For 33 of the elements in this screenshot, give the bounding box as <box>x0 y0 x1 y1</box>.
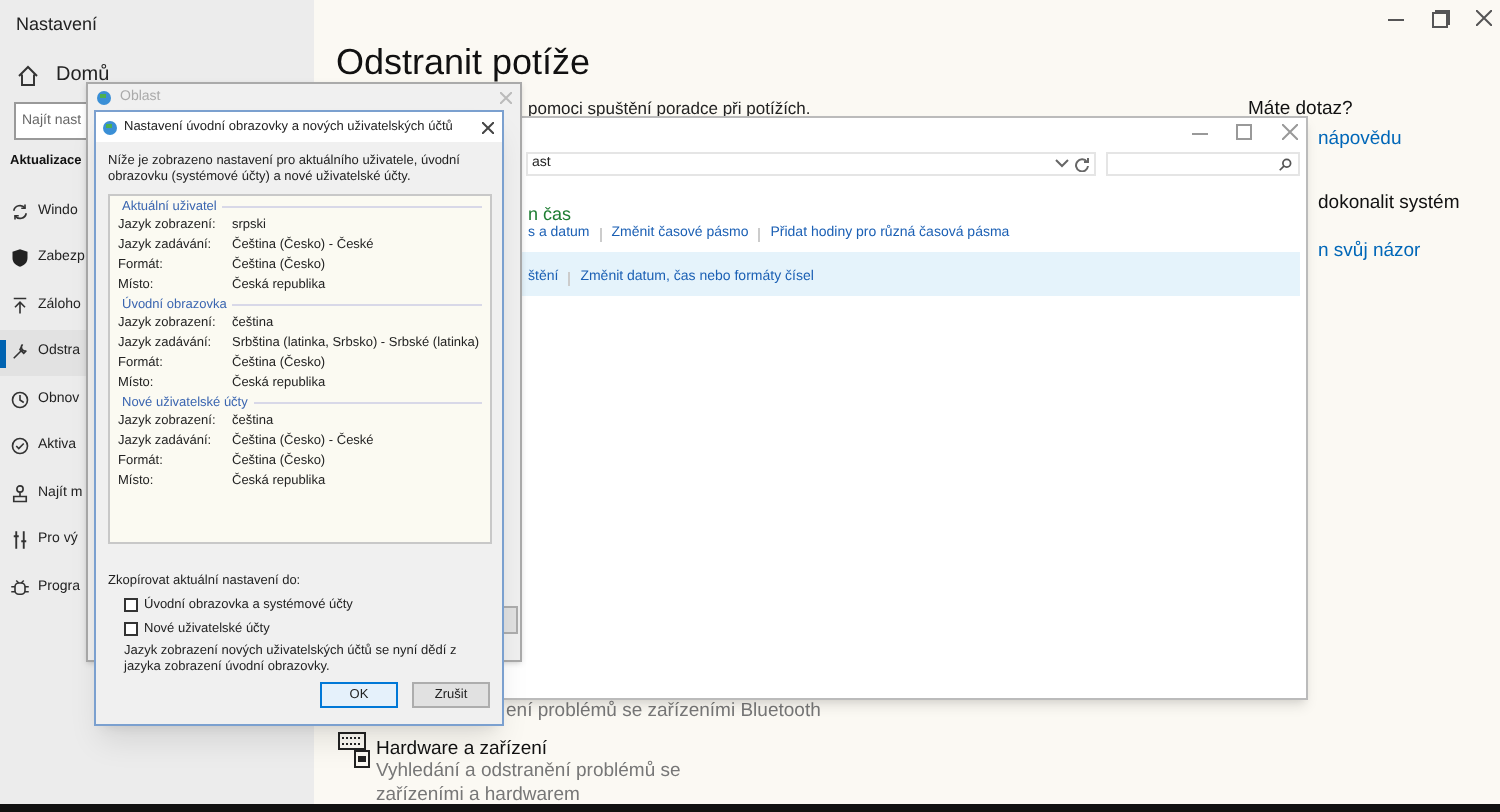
globe-icon <box>102 119 118 135</box>
close-icon[interactable] <box>1476 10 1492 26</box>
keyboard-printer-icon <box>338 732 370 768</box>
side-heading: dokonalit systém <box>1318 190 1460 218</box>
troubleshooter-description: ení problémů se zařízeními Bluetooth <box>506 698 821 726</box>
tools-icon <box>10 530 30 551</box>
page-heading: Odstranit potíže <box>336 44 591 80</box>
help-link[interactable]: n svůj názor <box>1318 238 1421 267</box>
home-link[interactable]: Domů <box>56 60 110 90</box>
intro-text: pomoci spuštění poradce při potížích. <box>528 96 811 122</box>
person-icon <box>10 483 30 504</box>
history-icon <box>10 389 30 410</box>
globe-icon <box>96 90 112 107</box>
search-field[interactable] <box>1106 152 1300 176</box>
troubleshooter-title[interactable]: Hardware a zařízení <box>376 736 548 765</box>
upload-icon <box>10 295 30 316</box>
sync-icon <box>10 201 30 222</box>
maximize-icon[interactable] <box>1432 10 1450 28</box>
home-icon <box>16 63 40 87</box>
check-icon <box>10 436 30 457</box>
refresh-icon[interactable] <box>1074 156 1090 172</box>
wrench-icon <box>10 342 30 363</box>
bug-icon <box>10 577 30 598</box>
checkbox[interactable] <box>124 622 138 637</box>
shield-icon <box>10 248 30 269</box>
help-link[interactable]: nápovědu <box>1318 126 1402 155</box>
window-title: Nastavení <box>16 12 98 38</box>
search-icon <box>1278 157 1292 171</box>
close-icon[interactable] <box>482 121 494 133</box>
side-heading: Máte dotaz? <box>1248 96 1353 124</box>
checkbox[interactable] <box>124 598 138 613</box>
chevron-down-icon[interactable] <box>1054 158 1074 170</box>
troubleshooter-description: Vyhledání a odstranění problémů se zařízeními a hardwarem <box>376 760 683 806</box>
